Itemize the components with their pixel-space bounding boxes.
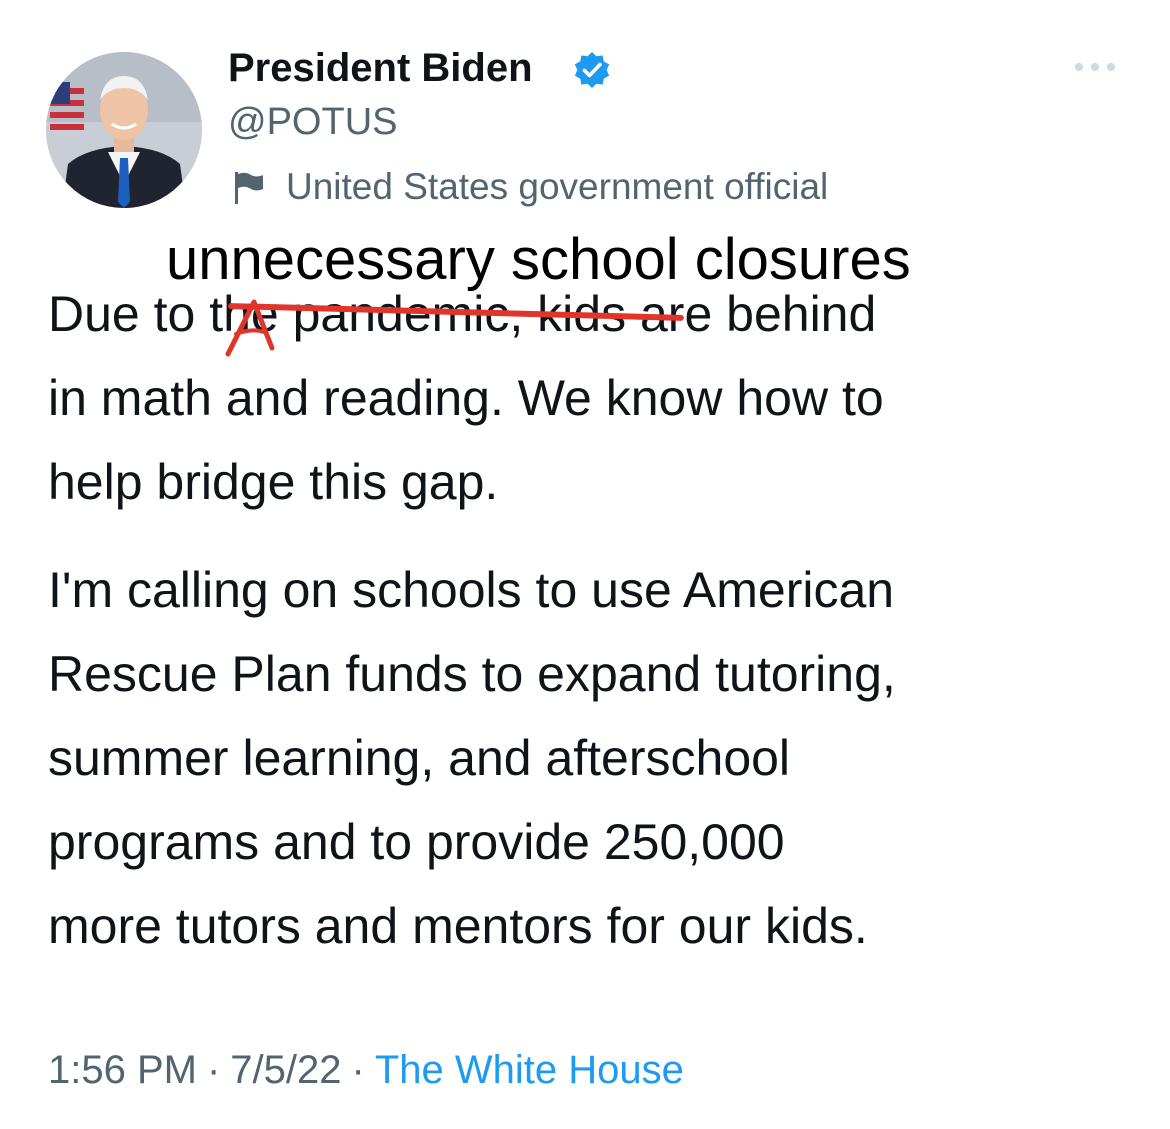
tweet-date[interactable]: 7/5/22	[230, 1048, 341, 1092]
verified-badge-icon	[574, 52, 610, 88]
footer-separator: ·	[351, 1048, 365, 1092]
tweet-card: President Biden @POTUS United States gov…	[0, 0, 1170, 1129]
government-affiliation-label: United States government official	[286, 166, 829, 207]
tweet-paragraph: I'm calling on schools to use American R…	[48, 562, 896, 954]
portrait-avatar-icon	[46, 52, 202, 208]
government-flag-icon	[235, 172, 263, 204]
more-options-icon[interactable]	[1070, 55, 1120, 79]
footer-separator: ·	[206, 1048, 221, 1092]
tweet-source-link[interactable]: The White House	[375, 1048, 684, 1092]
tweet-paragraph: Due to the pandemic, kids are behind in …	[48, 286, 884, 510]
author-avatar[interactable]	[46, 52, 202, 208]
tweet-body: Due to the pandemic, kids are behind in …	[48, 272, 1148, 968]
tweet-footer: 1:56 PM · 7/5/22 · The White House	[48, 1045, 684, 1095]
author-handle[interactable]: @POTUS	[228, 99, 397, 145]
insertion-caret-mark	[225, 299, 275, 357]
tweet-time[interactable]: 1:56 PM	[48, 1048, 197, 1092]
author-display-name[interactable]: President Biden	[228, 44, 533, 92]
